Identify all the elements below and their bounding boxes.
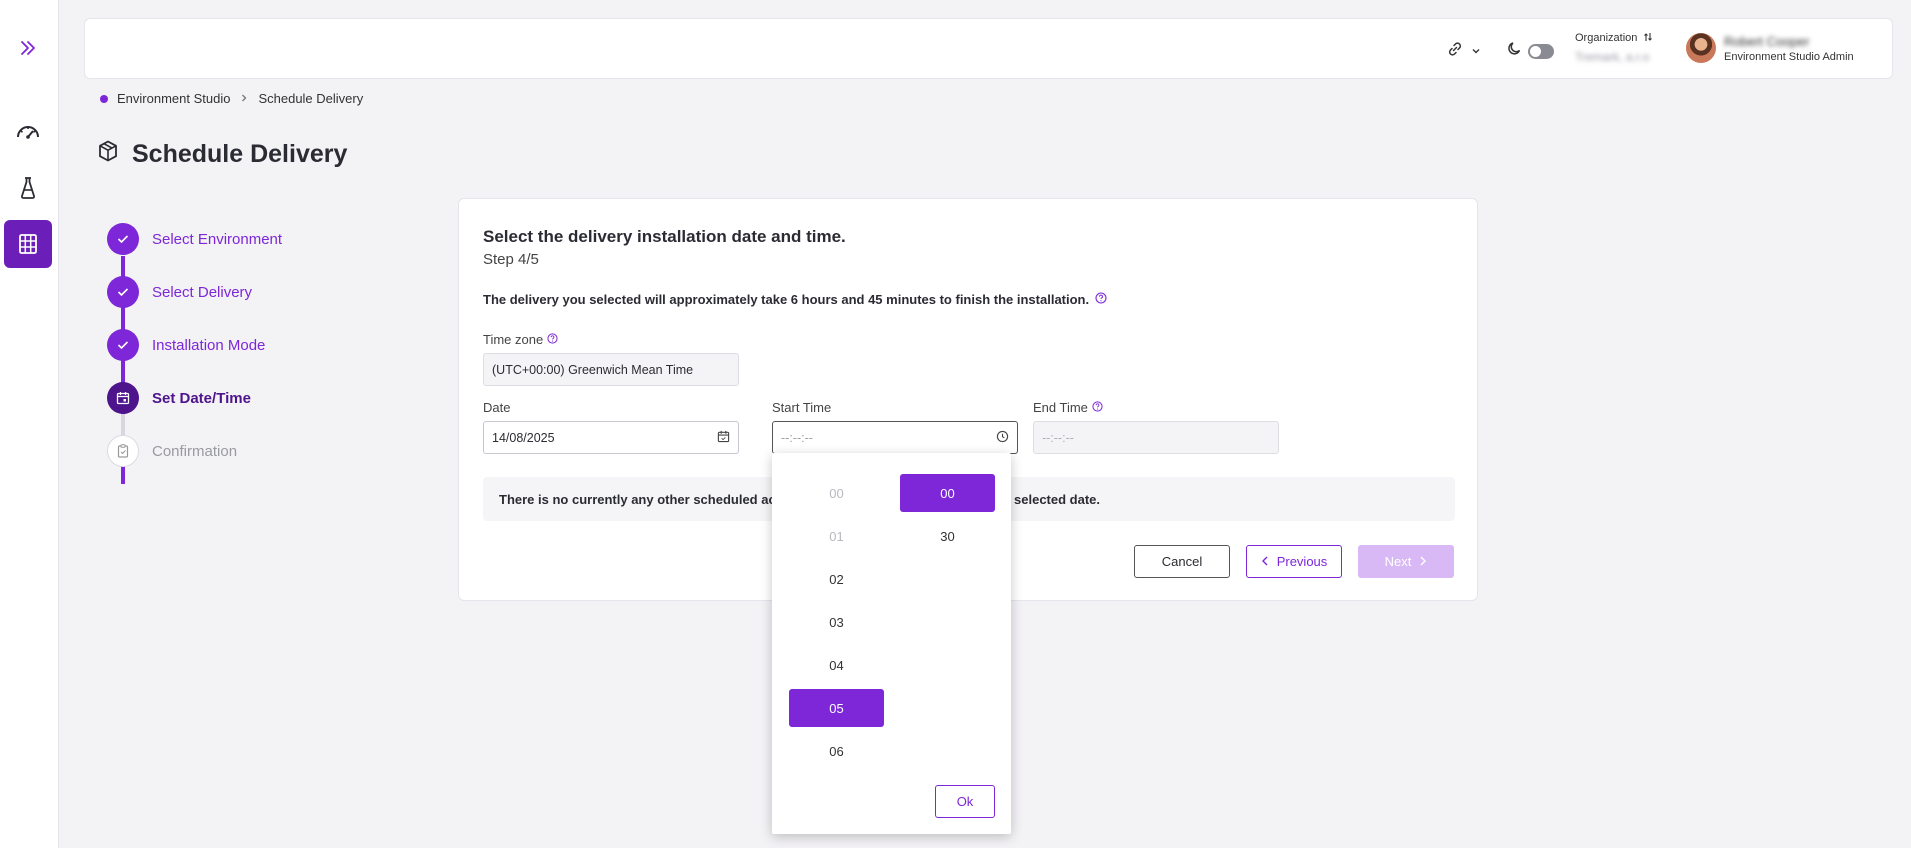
date-label: Date bbox=[483, 400, 511, 415]
previous-button[interactable]: Previous bbox=[1246, 545, 1342, 578]
step-set-date-time[interactable]: Set Date/Time bbox=[152, 390, 251, 407]
minute-option-00[interactable]: 00 bbox=[900, 474, 995, 512]
hour-option-06[interactable]: 06 bbox=[789, 732, 884, 770]
step-2-check-icon bbox=[107, 276, 139, 308]
notice-text-right: e selected date. bbox=[1003, 491, 1100, 507]
hour-option-00: 00 bbox=[829, 485, 844, 501]
step-1-check-icon bbox=[107, 223, 139, 255]
time-picker-popup: 00 01 02 03 04 05 06 00 30 Ok bbox=[772, 453, 1011, 834]
help-icon[interactable] bbox=[1095, 292, 1107, 307]
help-icon[interactable] bbox=[1092, 400, 1103, 415]
step-4-calendar-icon bbox=[107, 382, 139, 414]
flask-icon[interactable] bbox=[4, 164, 52, 212]
duration-info: The delivery you selected will approxima… bbox=[483, 292, 1107, 307]
user-menu[interactable]: Robert Cooper Environment Studio Admin bbox=[1686, 33, 1854, 63]
package-icon bbox=[98, 140, 118, 169]
expand-menu-icon[interactable] bbox=[4, 24, 52, 72]
step-select-environment[interactable]: Select Environment bbox=[152, 231, 282, 248]
organization-name: Tremark, a.r.o bbox=[1575, 50, 1650, 64]
step-confirmation: Confirmation bbox=[152, 443, 238, 460]
avatar bbox=[1686, 33, 1716, 63]
chevron-right-icon bbox=[1419, 554, 1427, 569]
start-time-field[interactable]: --:--:-- bbox=[772, 421, 1018, 454]
side-rail bbox=[0, 0, 59, 848]
step-installation-mode[interactable]: Installation Mode bbox=[152, 337, 265, 354]
hour-option-02[interactable]: 02 bbox=[789, 560, 884, 598]
duration-text: The delivery you selected will approxima… bbox=[483, 292, 1090, 307]
top-header: Organization Tremark, a.r.o Robert Coope… bbox=[84, 18, 1893, 79]
user-role: Environment Studio Admin bbox=[1724, 50, 1854, 63]
link-menu[interactable] bbox=[1447, 41, 1481, 62]
toggle-switch[interactable] bbox=[1528, 43, 1554, 59]
swap-icon bbox=[1643, 29, 1653, 47]
chevron-left-icon bbox=[1261, 554, 1269, 569]
cancel-button[interactable]: Cancel bbox=[1134, 545, 1230, 578]
breadcrumb-root[interactable]: Environment Studio bbox=[117, 91, 230, 106]
timezone-field: (UTC+00:00) Greenwich Mean Time bbox=[483, 353, 739, 386]
timezone-label-text: Time zone bbox=[483, 332, 544, 347]
page-title-text: Schedule Delivery bbox=[132, 140, 348, 168]
date-field[interactable]: 14/08/2025 bbox=[483, 421, 739, 454]
hour-option-05[interactable]: 05 bbox=[789, 689, 884, 727]
end-time-field: --:--:-- bbox=[1033, 421, 1279, 454]
dashboard-gauge-icon[interactable] bbox=[4, 107, 52, 155]
calendar-grid-icon[interactable] bbox=[4, 220, 52, 268]
end-time-label-text: End Time bbox=[1033, 400, 1088, 415]
next-label: Next bbox=[1384, 554, 1412, 569]
breadcrumb-current: Schedule Delivery bbox=[258, 91, 364, 106]
hour-option-01: 01 bbox=[829, 528, 844, 544]
notice-text-left: There is no currently any other schedule… bbox=[499, 491, 784, 507]
breadcrumb: Environment Studio Schedule Delivery bbox=[100, 91, 363, 106]
clock-icon[interactable] bbox=[996, 430, 1009, 446]
chevron-right-icon bbox=[239, 91, 249, 106]
ok-button[interactable]: Ok bbox=[935, 785, 995, 818]
organization-switcher[interactable]: Organization Tremark, a.r.o bbox=[1575, 29, 1653, 64]
page-title: Schedule Delivery bbox=[98, 140, 347, 169]
ok-label: Ok bbox=[956, 794, 974, 809]
previous-label: Previous bbox=[1276, 554, 1328, 569]
card-title: Select the delivery installation date an… bbox=[483, 227, 846, 246]
dark-mode-toggle[interactable] bbox=[1507, 41, 1554, 61]
hour-option-03[interactable]: 03 bbox=[789, 603, 884, 641]
step-select-delivery[interactable]: Select Delivery bbox=[152, 284, 252, 301]
minute-option-30[interactable]: 30 bbox=[900, 517, 995, 555]
next-button[interactable]: Next bbox=[1358, 545, 1454, 578]
start-time-label: Start Time bbox=[772, 400, 832, 415]
cancel-label: Cancel bbox=[1161, 554, 1203, 569]
step-indicator: Step 4/5 bbox=[483, 251, 539, 268]
timezone-label: Time zone bbox=[483, 332, 558, 347]
step-3-check-icon bbox=[107, 329, 139, 361]
help-icon[interactable] bbox=[547, 332, 558, 347]
hour-option-04[interactable]: 04 bbox=[789, 646, 884, 684]
moon-icon bbox=[1507, 41, 1522, 61]
end-time-placeholder: --:--:-- bbox=[1042, 430, 1074, 445]
organization-label: Organization bbox=[1575, 32, 1638, 44]
user-name: Robert Cooper bbox=[1724, 33, 1810, 49]
end-time-label: End Time bbox=[1033, 400, 1103, 415]
chevron-down-icon bbox=[1471, 43, 1481, 61]
timezone-value: (UTC+00:00) Greenwich Mean Time bbox=[492, 362, 694, 377]
step-5-clipboard-icon bbox=[107, 435, 139, 467]
date-value: 14/08/2025 bbox=[492, 430, 555, 445]
breadcrumb-dot-icon bbox=[100, 94, 108, 103]
link-icon bbox=[1447, 41, 1463, 62]
start-time-placeholder: --:--:-- bbox=[781, 430, 813, 445]
calendar-icon[interactable] bbox=[717, 430, 730, 446]
